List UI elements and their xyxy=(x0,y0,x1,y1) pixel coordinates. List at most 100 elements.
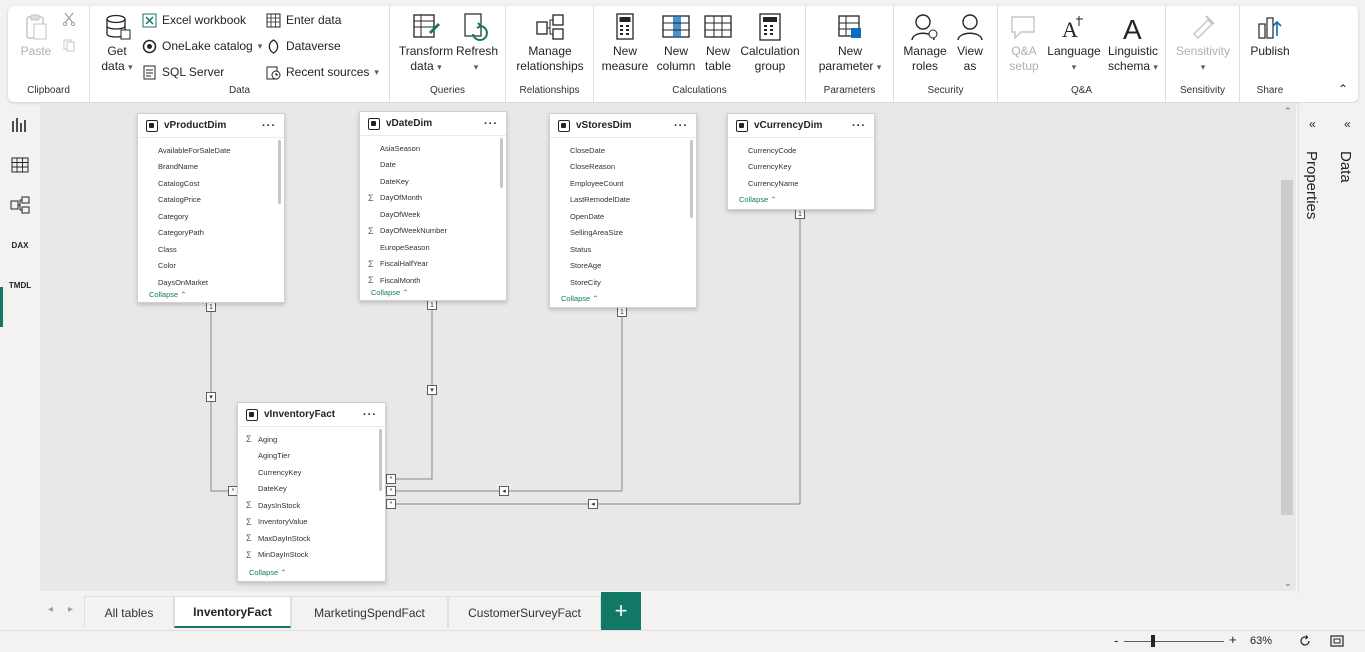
field-item[interactable]: CatalogCost xyxy=(138,175,284,192)
field-item[interactable]: OpenDate xyxy=(550,208,696,225)
field-item[interactable]: Σ FiscalMonth xyxy=(360,272,506,289)
more-options-icon[interactable]: ··· xyxy=(262,120,276,132)
language-button[interactable]: A Language ▾ xyxy=(1046,12,1102,75)
tab-customer-survey-fact[interactable]: CustomerSurveyFact xyxy=(448,596,601,628)
field-item[interactable]: Category xyxy=(138,208,284,225)
field-list-scrollbar[interactable] xyxy=(690,140,693,218)
relationship-many-marker[interactable]: * xyxy=(386,486,396,496)
field-item[interactable]: Σ MinDayInStock xyxy=(238,547,385,564)
table-card-vcurrencydim[interactable]: vCurrencyDim ··· CurrencyCode CurrencyKe… xyxy=(727,113,875,210)
tmdl-view-icon[interactable]: TMDL xyxy=(8,273,32,297)
manage-roles-button[interactable]: Manage roles xyxy=(900,12,950,74)
dataverse-button[interactable]: Dataverse xyxy=(266,36,341,56)
field-item[interactable]: CurrencyKey xyxy=(238,464,385,481)
view-as-button[interactable]: View as xyxy=(952,12,988,74)
field-list-scrollbar[interactable] xyxy=(500,138,503,188)
field-list-scrollbar[interactable] xyxy=(379,429,382,491)
relationship-one-marker[interactable]: 1 xyxy=(206,302,216,312)
expand-properties-icon[interactable]: « xyxy=(1309,117,1316,131)
sensitivity-button[interactable]: Sensitivity ▾ xyxy=(1170,12,1236,75)
recent-sources-button[interactable]: Recent sources ▾ xyxy=(266,62,379,82)
relationship-many-marker[interactable]: * xyxy=(386,499,396,509)
field-item[interactable]: AsiaSeason xyxy=(360,140,506,157)
paste-button[interactable]: Paste xyxy=(18,12,54,59)
tab-all-tables[interactable]: All tables xyxy=(84,596,174,628)
relationship-one-marker[interactable]: 1 xyxy=(795,209,805,219)
new-parameter-button[interactable]: New parameter ▾ xyxy=(814,12,886,75)
field-item[interactable]: Class xyxy=(138,241,284,258)
table-card-header[interactable]: vInventoryFact ··· xyxy=(238,403,385,427)
table-card-vdatedim[interactable]: vDateDim ··· AsiaSeason Date DateKey Σ Da… xyxy=(359,111,507,301)
field-item[interactable]: CurrencyKey xyxy=(728,159,874,176)
manage-relationships-button[interactable]: Manage relationships xyxy=(510,12,590,74)
cut-icon[interactable] xyxy=(62,12,76,26)
collapse-ribbon-icon[interactable]: ⌃ xyxy=(1338,82,1348,96)
field-item[interactable]: StoreCity xyxy=(550,274,696,291)
field-item[interactable]: Σ FiscalHalfYear xyxy=(360,256,506,273)
more-options-icon[interactable]: ··· xyxy=(363,409,377,421)
more-options-icon[interactable]: ··· xyxy=(484,118,498,130)
fit-to-screen-icon[interactable] xyxy=(1330,634,1344,648)
collapse-link[interactable]: Collapse ⌃ xyxy=(739,195,777,204)
refresh-button[interactable]: Refresh ▾ xyxy=(456,12,498,75)
more-options-icon[interactable]: ··· xyxy=(852,120,866,132)
enter-data-button[interactable]: Enter data xyxy=(266,10,341,30)
collapse-link[interactable]: Collapse ⌃ xyxy=(249,568,287,577)
publish-button[interactable]: Publish xyxy=(1246,12,1294,59)
table-view-icon[interactable] xyxy=(8,153,32,177)
field-item[interactable]: LastRemodelDate xyxy=(550,192,696,209)
filter-direction-icon[interactable]: ◂ xyxy=(588,499,598,509)
table-card-header[interactable]: vStoresDim ··· xyxy=(550,114,696,138)
scroll-up-icon[interactable]: ⌃ xyxy=(1284,106,1292,117)
canvas-vertical-scrollbar[interactable] xyxy=(1281,180,1293,515)
zoom-out-button[interactable]: - xyxy=(1114,633,1118,648)
add-layout-button[interactable]: + xyxy=(601,592,641,630)
zoom-level[interactable]: 63% xyxy=(1250,635,1272,647)
new-table-button[interactable]: New table xyxy=(700,12,736,74)
field-item[interactable]: CatalogPrice xyxy=(138,192,284,209)
tab-scroll-right-icon[interactable]: ▸ xyxy=(68,604,73,615)
table-card-vproductdim[interactable]: vProductDim ··· AvailableForSaleDate Bra… xyxy=(137,113,285,303)
field-item[interactable]: EuropeSeason xyxy=(360,239,506,256)
tab-scroll-left-icon[interactable]: ◂ xyxy=(48,604,53,615)
relationship-many-marker[interactable]: * xyxy=(386,474,396,484)
field-item[interactable]: SellingAreaSize xyxy=(550,225,696,242)
field-item[interactable]: CloseReason xyxy=(550,159,696,176)
copy-icon[interactable] xyxy=(62,38,76,52)
qa-setup-button[interactable]: Q&A setup xyxy=(1004,12,1044,74)
field-item[interactable]: AgingTier xyxy=(238,448,385,465)
table-card-header[interactable]: vCurrencyDim ··· xyxy=(728,114,874,138)
field-item[interactable]: CategoryPath xyxy=(138,225,284,242)
onelake-catalog-button[interactable]: OneLake catalog ▾ xyxy=(142,36,262,56)
field-item[interactable]: DateKey xyxy=(238,481,385,498)
field-item[interactable]: AvailableForSaleDate xyxy=(138,142,284,159)
field-item[interactable]: Σ DayOfWeekNumber xyxy=(360,223,506,240)
table-card-vstoresdim[interactable]: vStoresDim ··· CloseDate CloseReason Emp… xyxy=(549,113,697,308)
sql-server-button[interactable]: SQL Server xyxy=(142,62,224,82)
relationship-one-marker[interactable]: 1 xyxy=(427,300,437,310)
properties-pane-label[interactable]: Properties xyxy=(1303,151,1320,219)
calculation-group-button[interactable]: Calculation group xyxy=(738,12,802,74)
field-item[interactable]: CloseDate xyxy=(550,142,696,159)
more-options-icon[interactable]: ··· xyxy=(674,120,688,132)
new-column-button[interactable]: New column xyxy=(654,12,698,74)
field-item[interactable]: Σ InventoryValue xyxy=(238,514,385,531)
new-measure-button[interactable]: New measure xyxy=(600,12,650,74)
field-item[interactable]: DayOfWeek xyxy=(360,206,506,223)
field-item[interactable]: Σ MaxDayInStock xyxy=(238,530,385,547)
field-item[interactable]: Color xyxy=(138,258,284,275)
relationship-one-marker[interactable]: 1 xyxy=(617,307,627,317)
dax-query-view-icon[interactable]: DAX xyxy=(8,233,32,257)
data-pane-label[interactable]: Data xyxy=(1337,151,1354,183)
field-item[interactable]: StoreAge xyxy=(550,258,696,275)
get-data-button[interactable]: Get data ▾ xyxy=(98,12,136,75)
collapse-link[interactable]: Collapse ⌃ xyxy=(561,294,599,303)
field-item[interactable]: DateKey xyxy=(360,173,506,190)
field-item[interactable]: CurrencyCode xyxy=(728,142,874,159)
table-card-header[interactable]: vDateDim ··· xyxy=(360,112,506,136)
field-list-scrollbar[interactable] xyxy=(278,140,281,204)
zoom-slider-thumb[interactable] xyxy=(1151,635,1155,647)
zoom-slider-track[interactable] xyxy=(1124,641,1224,642)
field-item[interactable]: Σ Aging xyxy=(238,431,385,448)
zoom-in-button[interactable]: + xyxy=(1229,632,1237,647)
